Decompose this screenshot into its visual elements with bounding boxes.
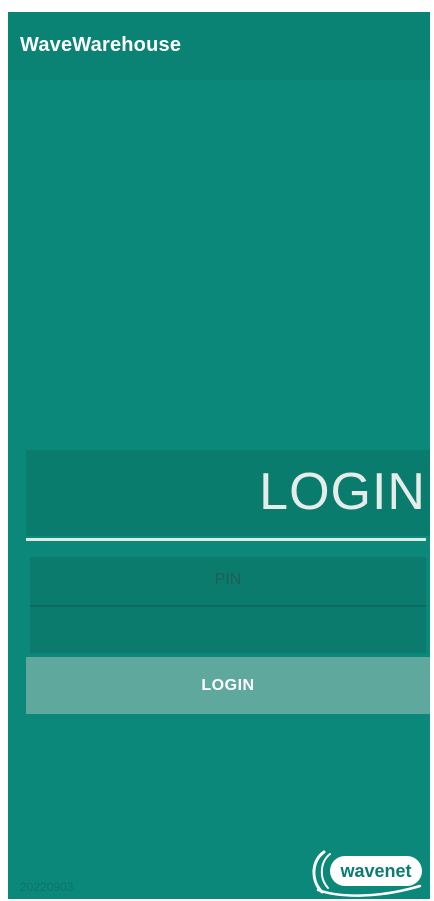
pin-label: PIN — [214, 571, 242, 588]
login-button[interactable]: LOGIN — [26, 657, 430, 714]
login-screen: WaveWarehouse LOGIN PIN LOGIN 20220903 w… — [8, 12, 430, 899]
app-bar: WaveWarehouse — [8, 12, 430, 80]
wavenet-logo-text: wavenet — [339, 861, 411, 881]
wave-logo-icon: wavenet — [312, 850, 422, 897]
version-text: 20220903 — [20, 880, 74, 894]
login-button-label: LOGIN — [201, 676, 255, 694]
pin-input[interactable] — [30, 607, 426, 653]
login-divider — [26, 538, 426, 541]
pin-field-label-area: PIN — [30, 557, 426, 607]
app-title: WaveWarehouse — [20, 34, 182, 56]
wavenet-logo: wavenet — [310, 846, 428, 898]
login-header: LOGIN — [26, 450, 430, 536]
login-heading: LOGIN — [259, 463, 426, 521]
